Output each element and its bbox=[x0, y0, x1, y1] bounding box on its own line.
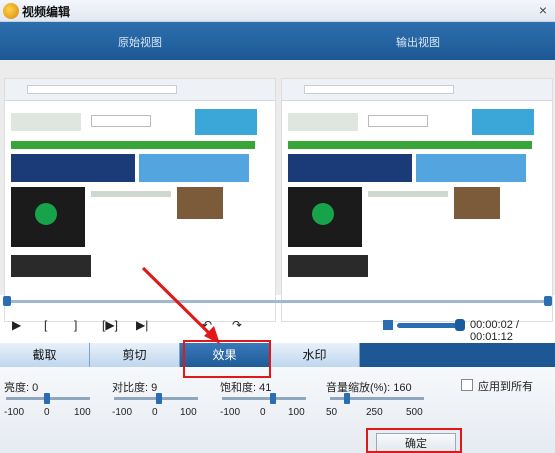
apply-all-checkbox[interactable] bbox=[461, 379, 473, 391]
volume-scale-label: 音量缩放(%): 160 bbox=[326, 382, 412, 394]
saturation-knob[interactable] bbox=[270, 393, 276, 404]
mark-out-button[interactable]: ] bbox=[74, 317, 77, 333]
rotate-right-button[interactable]: ↷ bbox=[232, 317, 242, 333]
window-title: 视频编辑 bbox=[22, 5, 71, 19]
app-icon bbox=[3, 3, 19, 19]
saturation-mid: 0 bbox=[260, 407, 266, 418]
preview-area bbox=[0, 60, 555, 322]
effects-tab-highlight bbox=[183, 340, 271, 378]
saturation-max: 100 bbox=[288, 407, 305, 418]
saturation-min: -100 bbox=[220, 407, 241, 418]
mark-in-button[interactable]: [ bbox=[44, 317, 47, 333]
output-preview bbox=[281, 78, 553, 322]
tab-trim[interactable]: 截取 bbox=[0, 343, 90, 367]
brightness-knob[interactable] bbox=[44, 393, 50, 404]
apply-all-label: 应用到所有 bbox=[478, 381, 533, 393]
contrast-min: -100 bbox=[112, 407, 133, 418]
view-headers: 原始视图 输出视图 bbox=[0, 22, 555, 60]
rotate-left-button[interactable]: ↶ bbox=[202, 317, 212, 333]
saturation-track[interactable] bbox=[222, 397, 306, 400]
close-icon[interactable]: × bbox=[539, 2, 547, 18]
step-button[interactable]: ▶| bbox=[136, 317, 148, 333]
title-bar: 视频编辑 × bbox=[0, 0, 555, 22]
tab-cut[interactable]: 剪切 bbox=[90, 343, 180, 367]
brightness-min: -100 bbox=[4, 407, 25, 418]
output-view-label: 输出视图 bbox=[396, 37, 440, 49]
brightness-max: 100 bbox=[74, 407, 91, 418]
original-preview bbox=[4, 78, 276, 322]
next-frame-button[interactable]: [▶] bbox=[102, 317, 118, 333]
play-button[interactable]: ▶ bbox=[12, 317, 21, 333]
seek-bar[interactable] bbox=[0, 295, 555, 307]
volume-slider[interactable] bbox=[397, 323, 459, 328]
original-view-label: 原始视图 bbox=[118, 37, 162, 49]
effects-settings: 亮度: 0 -100 0 100 对比度: 9 -100 0 100 饱和度: … bbox=[0, 367, 555, 453]
seek-start-handle[interactable] bbox=[3, 296, 11, 306]
time-readout: 00:00:02 / 00:01:12 bbox=[470, 319, 519, 343]
ok-button-highlight bbox=[366, 428, 462, 453]
tab-bar: 截取 剪切 效果 水印 bbox=[0, 343, 555, 367]
volume-knob[interactable] bbox=[455, 319, 465, 331]
brightness-mid: 0 bbox=[44, 407, 50, 418]
volume-scale-knob[interactable] bbox=[344, 393, 350, 404]
contrast-max: 100 bbox=[180, 407, 197, 418]
contrast-knob[interactable] bbox=[156, 393, 162, 404]
saturation-label: 饱和度: 41 bbox=[220, 382, 272, 394]
tab-watermark[interactable]: 水印 bbox=[270, 343, 360, 367]
volume-icon[interactable] bbox=[383, 320, 393, 330]
playback-controls: ▶ [ ] [▶] ▶| ↶ ↷ 00:00:02 / 00:01:12 bbox=[0, 307, 555, 343]
volume-scale-max: 500 bbox=[406, 407, 423, 418]
seek-end-handle[interactable] bbox=[544, 296, 552, 306]
volume-scale-mid: 250 bbox=[366, 407, 383, 418]
volume-scale-min: 50 bbox=[326, 407, 338, 418]
brightness-label: 亮度: 0 bbox=[4, 382, 39, 394]
contrast-label: 对比度: 9 bbox=[112, 382, 158, 394]
contrast-mid: 0 bbox=[152, 407, 158, 418]
seek-track[interactable] bbox=[6, 300, 549, 303]
